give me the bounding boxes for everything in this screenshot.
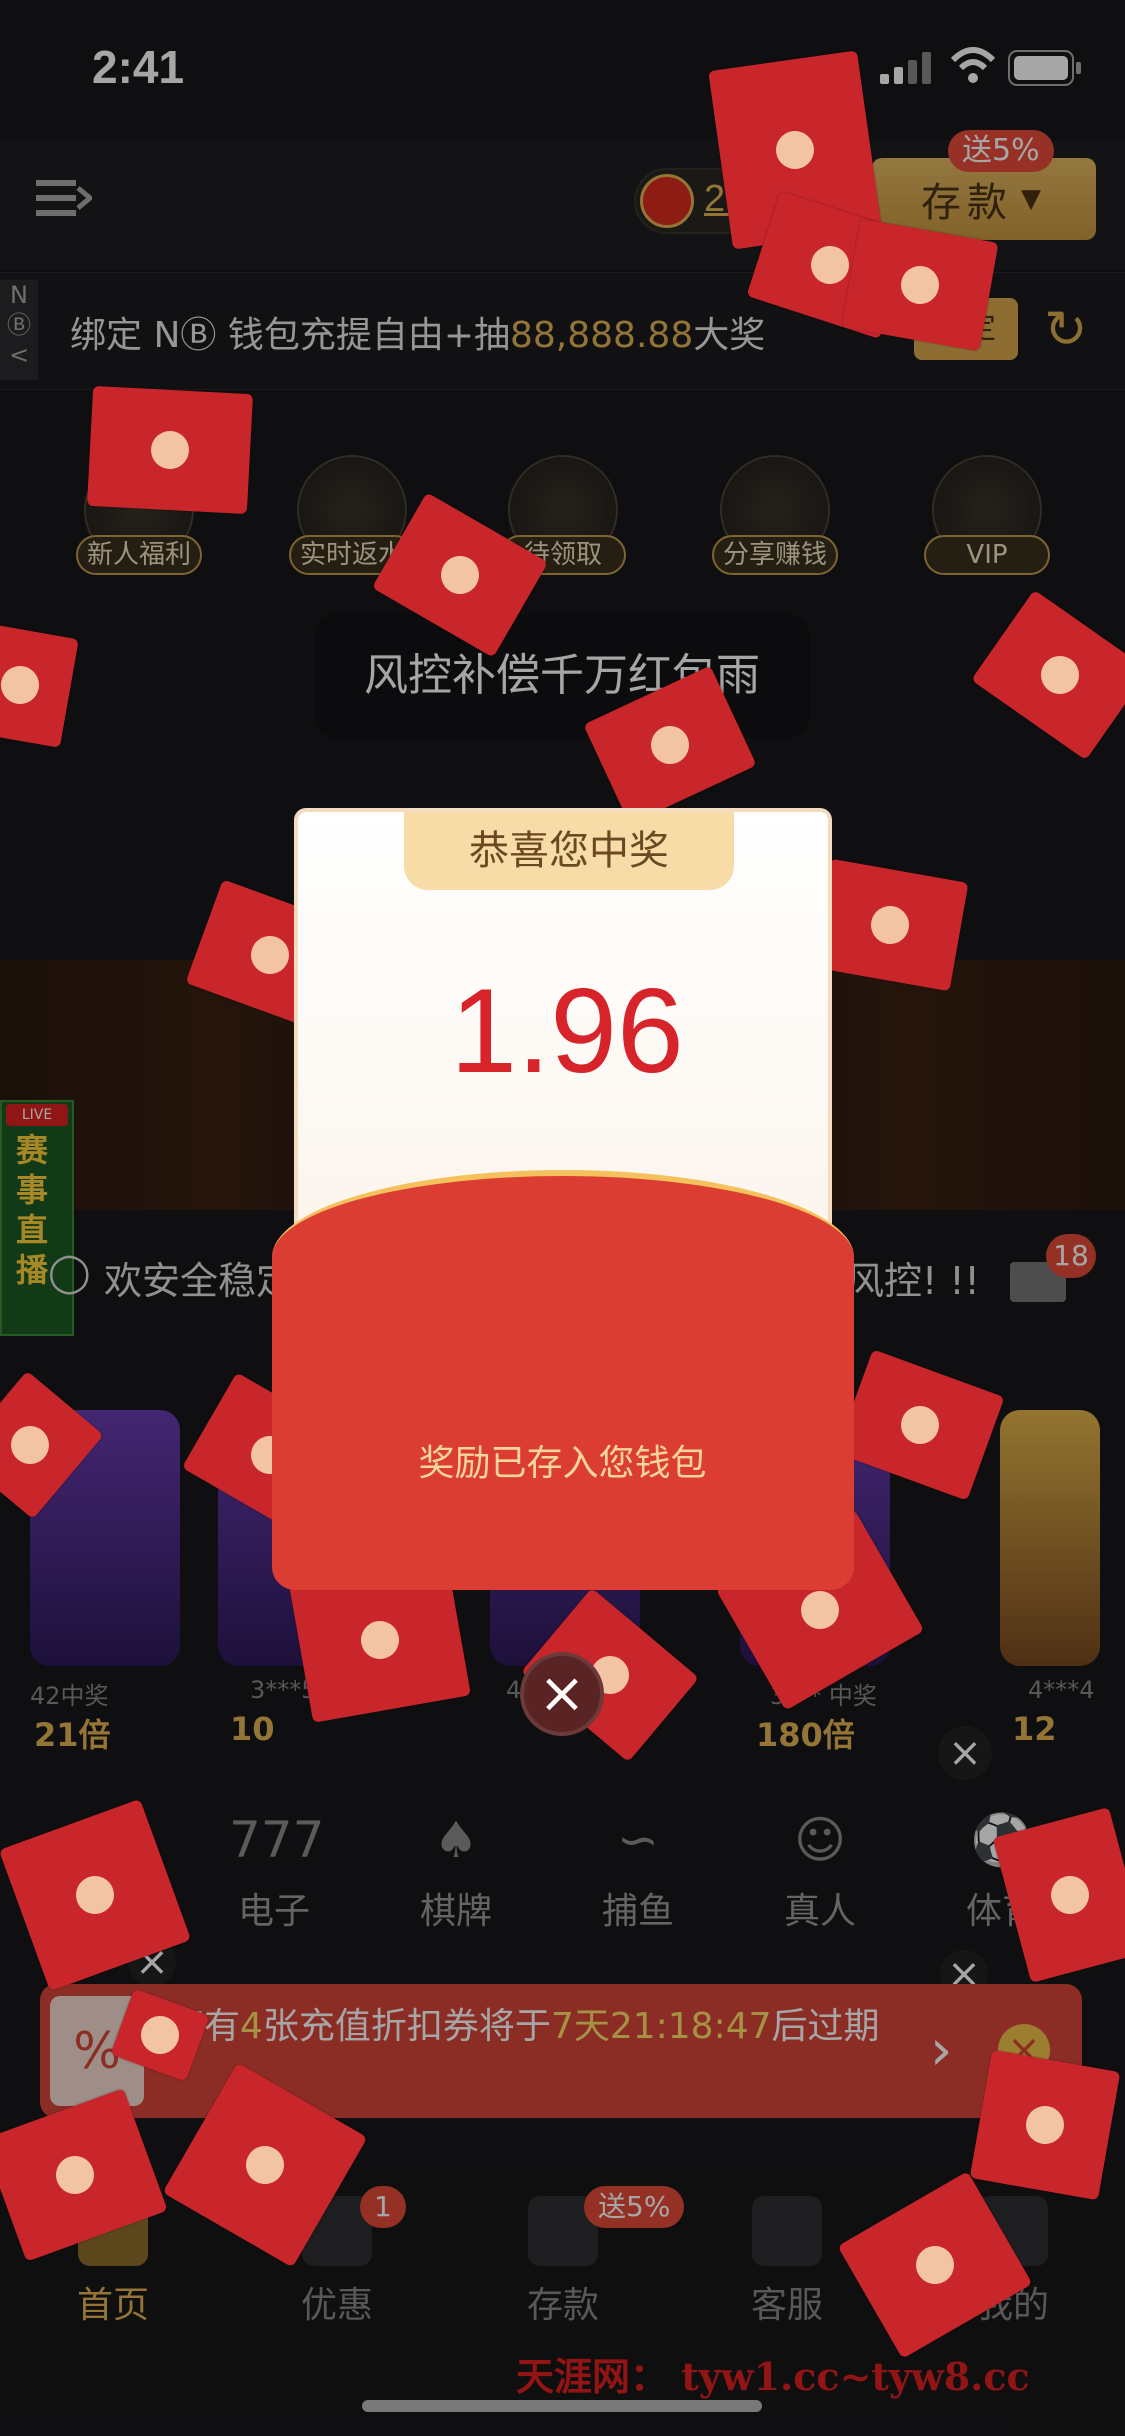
popup-close-button[interactable]: ×	[520, 1652, 604, 1736]
prize-message: 奖励已存入您钱包	[418, 1443, 707, 1484]
red-envelope[interactable]	[86, 385, 254, 515]
red-envelope[interactable]	[969, 2049, 1121, 2201]
red-envelope-front	[272, 1170, 854, 1590]
prize-amount: 1.96	[450, 964, 684, 1098]
prize-title: 恭喜您中奖	[404, 812, 734, 890]
